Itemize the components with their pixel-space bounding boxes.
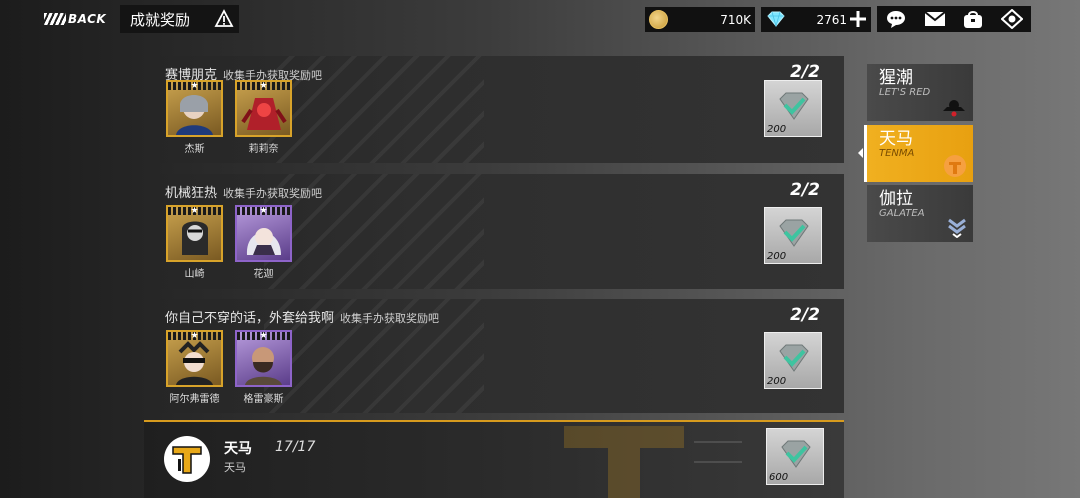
achievement-card: 赛博朋克 收集手办获取奖励吧 2/2 ★ 杰斯 ★ 莉莉奈 200 bbox=[144, 56, 844, 163]
character-row: ★ 山崎 ★ 花迦 bbox=[166, 205, 292, 280]
reward-box[interactable]: 200 bbox=[764, 332, 822, 389]
diamond-icon bbox=[767, 11, 785, 27]
coin-counter: 710K bbox=[645, 7, 755, 32]
character-name: 杰斯 bbox=[184, 144, 205, 155]
tenma-circle-icon bbox=[944, 155, 966, 177]
coin-icon bbox=[649, 10, 668, 29]
character-name: 莉莉奈 bbox=[248, 144, 279, 155]
achievement-progress: 2/2 bbox=[790, 305, 820, 325]
chat-icon[interactable] bbox=[884, 8, 908, 30]
character-name: 山崎 bbox=[184, 269, 205, 280]
eye-settings-icon[interactable] bbox=[1000, 8, 1024, 30]
character-card[interactable]: ★ 阿尔弗雷德 bbox=[166, 330, 223, 405]
achievement-card: 机械狂热 收集手办获取奖励吧 2/2 ★ 山崎 ★ 花迦 200 bbox=[144, 174, 844, 289]
achievement-title-row: 你自己不穿的话，外套给我啊 收集手办获取奖励吧 bbox=[165, 307, 439, 326]
character-portrait: ★ bbox=[235, 80, 292, 137]
tab-cn-label: 猩潮 bbox=[879, 68, 913, 88]
achievement-card: 你自己不穿的话，外套给我啊 收集手办获取奖励吧 2/2 ★ 阿尔弗雷德 ★ 格雷豪… bbox=[144, 299, 844, 413]
gem-check-icon bbox=[781, 440, 811, 468]
reward-box[interactable]: 200 bbox=[764, 207, 822, 264]
mail-icon[interactable] bbox=[923, 8, 947, 30]
series-completion-card: 天马 17/17 天马 600 bbox=[144, 420, 844, 498]
coin-value: 710K bbox=[720, 12, 751, 27]
character-portrait: ★ bbox=[166, 330, 223, 387]
achievement-progress: 2/2 bbox=[790, 62, 820, 82]
reward-amount: 200 bbox=[767, 251, 787, 262]
back-button[interactable]: BACK bbox=[44, 7, 116, 31]
gem-check-icon bbox=[779, 219, 809, 247]
character-card[interactable]: ★ 杰斯 bbox=[166, 80, 223, 155]
info-button[interactable] bbox=[209, 5, 239, 33]
tab-tenma[interactable]: 天马 TENMA bbox=[867, 125, 973, 182]
character-name: 阿尔弗雷德 bbox=[169, 394, 220, 405]
achievement-title: 你自己不穿的话，外套给我啊 bbox=[165, 311, 335, 326]
tab-galatea[interactable]: 伽拉 GALATEA bbox=[867, 185, 973, 242]
tenma-logo-icon bbox=[164, 436, 210, 482]
character-portrait: ★ bbox=[235, 205, 292, 262]
page-title-box: 成就奖励 bbox=[120, 5, 216, 33]
warning-triangle-icon bbox=[214, 9, 234, 27]
reward-amount: 600 bbox=[769, 472, 789, 483]
page-title: 成就奖励 bbox=[130, 10, 191, 29]
bag-icon[interactable] bbox=[961, 8, 985, 30]
gem-check-icon bbox=[779, 92, 809, 120]
achievement-title-row: 机械狂热 收集手办获取奖励吧 bbox=[165, 182, 322, 201]
character-name: 格雷豪斯 bbox=[243, 394, 284, 405]
reward-box[interactable]: 600 bbox=[766, 428, 824, 485]
achievement-subtitle: 收集手办获取奖励吧 bbox=[223, 187, 323, 200]
character-row: ★ 阿尔弗雷德 ★ 格雷豪斯 bbox=[166, 330, 292, 405]
back-stripes-icon bbox=[44, 13, 66, 25]
series-progress: 17/17 bbox=[275, 439, 316, 455]
gem-value: 2761 bbox=[816, 12, 847, 27]
character-card[interactable]: ★ 山崎 bbox=[166, 205, 223, 280]
achievement-title: 机械狂热 bbox=[165, 186, 218, 201]
series-subtitle: 天马 bbox=[224, 461, 246, 474]
achievement-subtitle: 收集手办获取奖励吧 bbox=[340, 312, 440, 325]
gem-check-icon bbox=[779, 344, 809, 372]
gem-counter: 2761 bbox=[761, 7, 871, 32]
tab-lets-red[interactable]: 猩潮 LET'S RED bbox=[867, 64, 973, 121]
tab-cn-label: 伽拉 bbox=[879, 189, 913, 209]
galatea-chevron-icon bbox=[948, 218, 966, 238]
character-card[interactable]: ★ 格雷豪斯 bbox=[235, 330, 292, 405]
series-name: 天马 bbox=[224, 441, 252, 457]
achievement-progress: 2/2 bbox=[790, 180, 820, 200]
achievement-list[interactable]: 赛博朋克 收集手办获取奖励吧 2/2 ★ 杰斯 ★ 莉莉奈 200 机械狂热 收… bbox=[144, 56, 844, 498]
character-name: 花迦 bbox=[253, 269, 274, 280]
tenma-emblem-watermark bbox=[564, 426, 742, 498]
top-icon-bar bbox=[877, 6, 1031, 32]
character-card[interactable]: ★ 花迦 bbox=[235, 205, 292, 280]
reward-amount: 200 bbox=[767, 376, 787, 387]
red-hat-icon bbox=[943, 100, 965, 117]
tab-cn-label: 天马 bbox=[879, 129, 913, 149]
character-portrait: ★ bbox=[166, 205, 223, 262]
reward-amount: 200 bbox=[767, 124, 787, 135]
character-portrait: ★ bbox=[235, 330, 292, 387]
back-label: BACK bbox=[68, 12, 107, 26]
add-gems-icon[interactable] bbox=[849, 10, 867, 28]
active-tab-arrow-icon bbox=[858, 148, 863, 158]
character-row: ★ 杰斯 ★ 莉莉奈 bbox=[166, 80, 292, 155]
reward-box[interactable]: 200 bbox=[764, 80, 822, 137]
character-portrait: ★ bbox=[166, 80, 223, 137]
series-tabs: 猩潮 LET'S RED 天马 TENMA 伽拉 GALATEA bbox=[858, 64, 973, 242]
character-card[interactable]: ★ 莉莉奈 bbox=[235, 80, 292, 155]
